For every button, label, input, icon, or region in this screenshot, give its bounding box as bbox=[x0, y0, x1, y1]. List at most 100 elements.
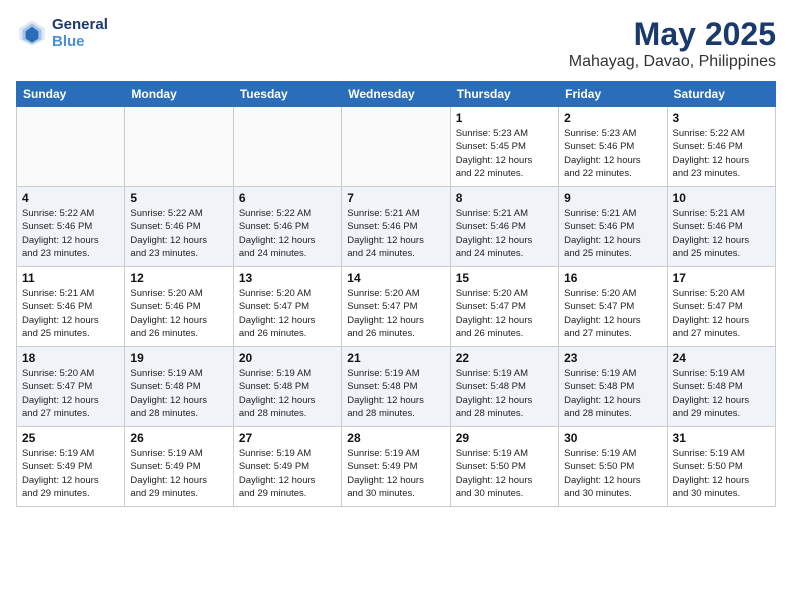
page-header: General Blue May 2025 Mahayag, Davao, Ph… bbox=[16, 16, 776, 71]
calendar-cell: 6Sunrise: 5:22 AM Sunset: 5:46 PM Daylig… bbox=[233, 187, 341, 267]
day-number: 16 bbox=[564, 271, 661, 285]
calendar-cell: 23Sunrise: 5:19 AM Sunset: 5:48 PM Dayli… bbox=[559, 347, 667, 427]
day-number: 17 bbox=[673, 271, 770, 285]
calendar-cell: 7 Sunrise: 5:21 AM Sunset: 5:46 PM Daylig… bbox=[342, 187, 450, 267]
day-number: 3 bbox=[673, 111, 770, 125]
calendar-cell: 9 Sunrise: 5:21 AM Sunset: 5:46 PM Daylig… bbox=[559, 187, 667, 267]
day-number: 25 bbox=[22, 431, 119, 445]
day-number: 5 bbox=[130, 191, 227, 205]
calendar-cell: 14 Sunrise: 5:20 AM Sunset: 5:47 PM Dayli… bbox=[342, 267, 450, 347]
logo: General Blue bbox=[16, 16, 108, 50]
calendar-cell: 27 Sunrise: 5:19 AM Sunset: 5:49 PM Dayli… bbox=[233, 427, 341, 507]
day-info: Sunrise: 5:22 AM Sunset: 5:46 PM Dayligh… bbox=[130, 207, 227, 260]
day-number: 20 bbox=[239, 351, 336, 365]
day-number: 29 bbox=[456, 431, 553, 445]
day-info: Sunrise: 5:20 AM Sunset: 5:47 PM Dayligh… bbox=[564, 287, 661, 340]
calendar-table: SundayMondayTuesdayWednesdayThursdayFrid… bbox=[16, 81, 776, 507]
calendar-cell bbox=[17, 107, 125, 187]
day-info: Sunrise: 5:21 AM Sunset: 5:46 PM Dayligh… bbox=[564, 207, 661, 260]
location-title: Mahayag, Davao, Philippines bbox=[569, 53, 776, 71]
calendar-cell: 24 Sunrise: 5:19 AM Sunset: 5:48 PM Dayli… bbox=[667, 347, 775, 427]
day-info: Sunrise: 5:19 AM Sunset: 5:50 PM Dayligh… bbox=[564, 447, 661, 500]
day-number: 21 bbox=[347, 351, 444, 365]
day-info: Sunrise: 5:19 AM Sunset: 5:48 PM Dayligh… bbox=[564, 367, 661, 420]
day-info: Sunrise: 5:21 AM Sunset: 5:46 PM Dayligh… bbox=[347, 207, 444, 260]
day-number: 1 bbox=[456, 111, 553, 125]
day-number: 4 bbox=[22, 191, 119, 205]
day-info: Sunrise: 5:20 AM Sunset: 5:47 PM Dayligh… bbox=[456, 287, 553, 340]
calendar-cell: 12Sunrise: 5:20 AM Sunset: 5:46 PM Dayli… bbox=[125, 267, 233, 347]
calendar-week-row: 25 Sunrise: 5:19 AM Sunset: 5:49 PM Dayli… bbox=[17, 427, 776, 507]
day-info: Sunrise: 5:19 AM Sunset: 5:48 PM Dayligh… bbox=[130, 367, 227, 420]
calendar-cell: 3 Sunrise: 5:22 AM Sunset: 5:46 PM Daylig… bbox=[667, 107, 775, 187]
calendar-cell: 26 Sunrise: 5:19 AM Sunset: 5:49 PM Dayli… bbox=[125, 427, 233, 507]
calendar-cell: 1 Sunrise: 5:23 AM Sunset: 5:45 PM Daylig… bbox=[450, 107, 558, 187]
calendar-cell: 17 Sunrise: 5:20 AM Sunset: 5:47 PM Dayli… bbox=[667, 267, 775, 347]
day-number: 13 bbox=[239, 271, 336, 285]
header-thursday: Thursday bbox=[450, 82, 558, 107]
calendar-cell: 2Sunrise: 5:23 AM Sunset: 5:46 PM Daylig… bbox=[559, 107, 667, 187]
day-info: Sunrise: 5:23 AM Sunset: 5:46 PM Dayligh… bbox=[564, 127, 661, 180]
day-number: 27 bbox=[239, 431, 336, 445]
calendar-cell: 29 Sunrise: 5:19 AM Sunset: 5:50 PM Dayli… bbox=[450, 427, 558, 507]
calendar-cell: 28Sunrise: 5:19 AM Sunset: 5:49 PM Dayli… bbox=[342, 427, 450, 507]
calendar-cell: 20Sunrise: 5:19 AM Sunset: 5:48 PM Dayli… bbox=[233, 347, 341, 427]
day-number: 7 bbox=[347, 191, 444, 205]
calendar-cell: 15Sunrise: 5:20 AM Sunset: 5:47 PM Dayli… bbox=[450, 267, 558, 347]
day-number: 31 bbox=[673, 431, 770, 445]
day-info: Sunrise: 5:22 AM Sunset: 5:46 PM Dayligh… bbox=[239, 207, 336, 260]
month-title: May 2025 bbox=[569, 16, 776, 53]
day-info: Sunrise: 5:22 AM Sunset: 5:46 PM Dayligh… bbox=[673, 127, 770, 180]
day-info: Sunrise: 5:19 AM Sunset: 5:49 PM Dayligh… bbox=[22, 447, 119, 500]
calendar-cell: 19 Sunrise: 5:19 AM Sunset: 5:48 PM Dayli… bbox=[125, 347, 233, 427]
calendar-cell: 11Sunrise: 5:21 AM Sunset: 5:46 PM Dayli… bbox=[17, 267, 125, 347]
calendar-cell: 30 Sunrise: 5:19 AM Sunset: 5:50 PM Dayli… bbox=[559, 427, 667, 507]
day-number: 8 bbox=[456, 191, 553, 205]
day-info: Sunrise: 5:20 AM Sunset: 5:47 PM Dayligh… bbox=[673, 287, 770, 340]
calendar-week-row: 11Sunrise: 5:21 AM Sunset: 5:46 PM Dayli… bbox=[17, 267, 776, 347]
day-info: Sunrise: 5:20 AM Sunset: 5:47 PM Dayligh… bbox=[347, 287, 444, 340]
day-info: Sunrise: 5:20 AM Sunset: 5:47 PM Dayligh… bbox=[22, 367, 119, 420]
header-wednesday: Wednesday bbox=[342, 82, 450, 107]
day-info: Sunrise: 5:19 AM Sunset: 5:50 PM Dayligh… bbox=[673, 447, 770, 500]
calendar-cell: 21 Sunrise: 5:19 AM Sunset: 5:48 PM Dayli… bbox=[342, 347, 450, 427]
title-area: May 2025 Mahayag, Davao, Philippines bbox=[569, 16, 776, 71]
calendar-cell: 13 Sunrise: 5:20 AM Sunset: 5:47 PM Dayli… bbox=[233, 267, 341, 347]
day-number: 24 bbox=[673, 351, 770, 365]
day-info: Sunrise: 5:19 AM Sunset: 5:48 PM Dayligh… bbox=[347, 367, 444, 420]
calendar-cell: 8 Sunrise: 5:21 AM Sunset: 5:46 PM Daylig… bbox=[450, 187, 558, 267]
day-info: Sunrise: 5:20 AM Sunset: 5:46 PM Dayligh… bbox=[130, 287, 227, 340]
day-info: Sunrise: 5:22 AM Sunset: 5:46 PM Dayligh… bbox=[22, 207, 119, 260]
calendar-cell: 16 Sunrise: 5:20 AM Sunset: 5:47 PM Dayli… bbox=[559, 267, 667, 347]
calendar-week-row: 4 Sunrise: 5:22 AM Sunset: 5:46 PM Daylig… bbox=[17, 187, 776, 267]
day-number: 18 bbox=[22, 351, 119, 365]
day-info: Sunrise: 5:21 AM Sunset: 5:46 PM Dayligh… bbox=[456, 207, 553, 260]
calendar-cell: 18 Sunrise: 5:20 AM Sunset: 5:47 PM Dayli… bbox=[17, 347, 125, 427]
calendar-cell: 4 Sunrise: 5:22 AM Sunset: 5:46 PM Daylig… bbox=[17, 187, 125, 267]
day-info: Sunrise: 5:19 AM Sunset: 5:49 PM Dayligh… bbox=[239, 447, 336, 500]
day-number: 30 bbox=[564, 431, 661, 445]
day-info: Sunrise: 5:19 AM Sunset: 5:50 PM Dayligh… bbox=[456, 447, 553, 500]
day-number: 19 bbox=[130, 351, 227, 365]
day-number: 28 bbox=[347, 431, 444, 445]
day-info: Sunrise: 5:19 AM Sunset: 5:49 PM Dayligh… bbox=[130, 447, 227, 500]
header-tuesday: Tuesday bbox=[233, 82, 341, 107]
calendar-cell bbox=[233, 107, 341, 187]
calendar-cell: 25 Sunrise: 5:19 AM Sunset: 5:49 PM Dayli… bbox=[17, 427, 125, 507]
logo-text: General Blue bbox=[52, 16, 108, 50]
day-number: 14 bbox=[347, 271, 444, 285]
day-number: 26 bbox=[130, 431, 227, 445]
day-info: Sunrise: 5:23 AM Sunset: 5:45 PM Dayligh… bbox=[456, 127, 553, 180]
day-number: 9 bbox=[564, 191, 661, 205]
day-info: Sunrise: 5:20 AM Sunset: 5:47 PM Dayligh… bbox=[239, 287, 336, 340]
day-number: 10 bbox=[673, 191, 770, 205]
calendar-header-row: SundayMondayTuesdayWednesdayThursdayFrid… bbox=[17, 82, 776, 107]
day-number: 22 bbox=[456, 351, 553, 365]
calendar-cell: 5 Sunrise: 5:22 AM Sunset: 5:46 PM Daylig… bbox=[125, 187, 233, 267]
calendar-week-row: 18 Sunrise: 5:20 AM Sunset: 5:47 PM Dayli… bbox=[17, 347, 776, 427]
day-info: Sunrise: 5:21 AM Sunset: 5:46 PM Dayligh… bbox=[673, 207, 770, 260]
day-info: Sunrise: 5:19 AM Sunset: 5:48 PM Dayligh… bbox=[673, 367, 770, 420]
header-saturday: Saturday bbox=[667, 82, 775, 107]
header-sunday: Sunday bbox=[17, 82, 125, 107]
header-monday: Monday bbox=[125, 82, 233, 107]
